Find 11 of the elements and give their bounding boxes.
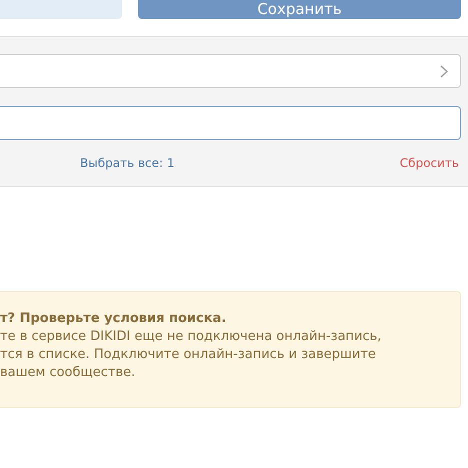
select-field[interactable]	[0, 54, 461, 88]
chevron-right-icon	[440, 64, 448, 78]
search-field[interactable]	[0, 106, 461, 140]
notice-text: тся в списке. Подключите онлайн-запись и завершите	[0, 346, 377, 364]
save-button[interactable]: Сохранить	[138, 0, 461, 19]
select-all-link[interactable]: Выбрать все: 1	[80, 154, 174, 172]
notice-text: вашем сообществе.	[0, 364, 136, 382]
notice-text: те в сервисе DIKIDI еще не подключена онлайн-запись,	[0, 328, 382, 346]
reset-link[interactable]: Сбросить	[400, 154, 459, 172]
secondary-button[interactable]	[0, 0, 122, 19]
notice-title: т? Проверьте условия поиска.	[0, 310, 228, 328]
